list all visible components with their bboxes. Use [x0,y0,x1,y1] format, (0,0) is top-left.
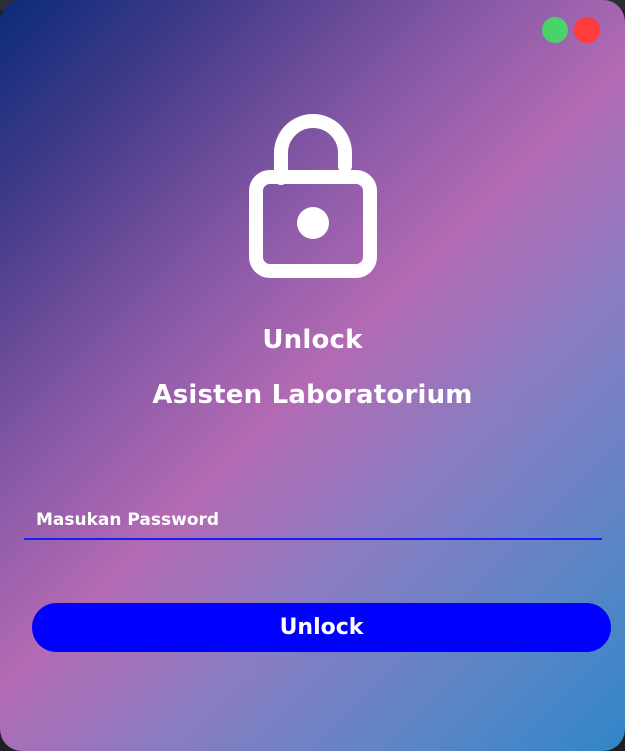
close-button[interactable] [574,17,600,43]
heading-app-name: Asisten Laboratorium [152,380,473,410]
window-controls [542,17,600,43]
unlock-icon [249,114,377,278]
password-field-container [24,502,602,540]
unlock-button[interactable]: Unlock [32,603,611,652]
maximize-button[interactable] [542,17,568,43]
heading-unlock: Unlock [262,325,363,355]
password-input[interactable] [24,502,602,538]
unlock-window: Unlock Asisten Laboratorium Unlock [0,0,625,751]
